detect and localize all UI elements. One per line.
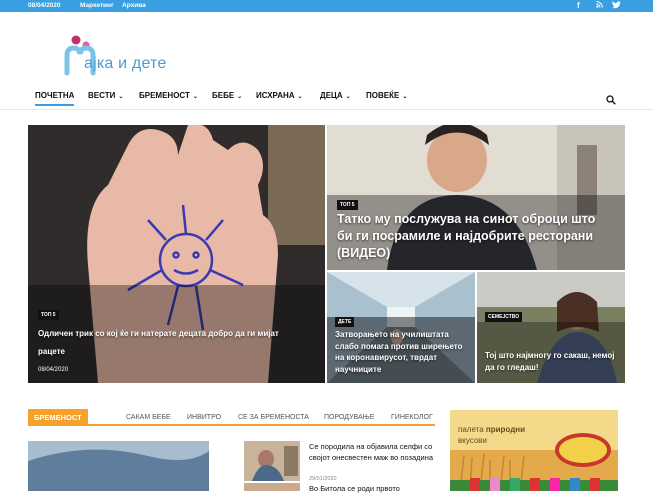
featured-title[interactable]: Затворањето на училиштата слабо помага п… [335,329,473,375]
nav-item-more[interactable]: ПОВЕЌЕ ⌄ [366,91,407,100]
featured-post-3[interactable]: ДЕТЕ Затворањето на училиштата слабо пом… [327,272,475,383]
ad-line2: вкусови [458,436,488,445]
section-main-image[interactable] [28,441,209,491]
top-link-archive[interactable]: Архива [122,2,146,9]
ad-text: палета природни вкусови [458,424,525,446]
post-date: 08/04/2020 [38,367,69,373]
category-badge[interactable]: ДЕТЕ [335,317,355,327]
section-image-belly [28,441,209,491]
post-date: 29/01/2020 [309,476,337,482]
featured-title[interactable]: Тој што најмногу го сакаш, немој да го г… [485,350,623,374]
featured-title[interactable]: Татко му послужува на синот оброци што б… [337,211,607,262]
nav-item-label: ИСХРАНА [256,91,295,100]
ad-banner[interactable]: палета природни вкусови [450,410,618,491]
featured-post-1[interactable]: ТОП 5 Одличен трик со кој ќе ги натерате… [28,125,325,383]
main-nav: ПОЧЕТНА ВЕСТИ ⌄ БРЕМЕНОСТ ⌄ БЕБЕ ⌄ ИСХРАНА ⌄… [0,86,653,110]
section-badge[interactable]: БРЕМЕНОСТ [28,409,88,426]
post-thumbnail[interactable] [244,441,300,481]
top-date: 08/04/2020 [28,2,61,9]
chevron-down-icon: ⌄ [402,94,408,100]
logo-text: ајка и дете [84,55,167,72]
ad-line1: палета [458,425,486,434]
section-tab[interactable]: САКАМ БЕБЕ [126,414,171,421]
section-header: БРЕМЕНОСТ САКАМ БЕБЕ ИНВИТРО СЕ ЗА БРЕМЕ… [28,409,435,426]
section-tab[interactable]: ИНВИТРО [187,414,221,421]
nav-item-label: ПОЧЕТНА [35,91,75,100]
featured-post-4[interactable]: СЕМЕЈСТВО Тој што најмногу го сакаш, нем… [477,272,625,383]
nav-item-news[interactable]: ВЕСТИ ⌄ [88,91,123,100]
nav-item-home[interactable]: ПОЧЕТНА [35,91,75,106]
chevron-down-icon: ⌄ [192,94,198,100]
top-bar: 08/04/2020 Маркетинг Архива f [0,0,653,12]
nav-item-babies[interactable]: БЕБЕ ⌄ [212,91,242,100]
section-tab[interactable]: ПОРОДУВАЊЕ [324,414,374,421]
nav-item-kids[interactable]: ДЕЦА ⌄ [320,91,351,100]
nav-item-pregnancy[interactable]: БРЕМЕНОСТ ⌄ [139,91,198,100]
category-badge[interactable]: СЕМЕЈСТВО [485,312,523,322]
ad-line1-bold: природни [485,425,526,434]
section-tab[interactable]: ГИНЕКОЛОГ [391,414,433,421]
rss-icon[interactable] [596,1,603,10]
top-link-marketing[interactable]: Маркетинг [80,2,114,9]
chevron-down-icon: ⌄ [118,94,124,100]
nav-item-label: ПОВЕЌЕ [366,91,400,100]
twitter-icon[interactable] [612,1,621,11]
section-tab[interactable]: СЕ ЗА БРЕМЕНОСТА [238,414,309,421]
post-thumbnail[interactable] [244,483,300,491]
featured-title[interactable]: Одличен трик со кој ќе ги натерате децат… [38,325,308,361]
post-title[interactable]: Во Битола се роди првото [309,483,437,494]
nav-item-label: ВЕСТИ [88,91,116,100]
post-thumbnail-image [244,441,300,481]
facebook-icon[interactable]: f [577,1,580,10]
nav-item-label: БЕБЕ [212,91,235,100]
chevron-down-icon: ⌄ [297,94,303,100]
ad-image-wheat [450,410,618,491]
search-icon[interactable] [606,92,616,105]
post-title[interactable]: Се породила на објавила селфи со својот … [309,441,437,463]
nav-item-label: ДЕЦА [320,91,343,100]
nav-item-label: БРЕМЕНОСТ [139,91,190,100]
nav-item-nutrition[interactable]: ИСХРАНА ⌄ [256,91,303,100]
category-badge[interactable]: ТОП 5 [38,310,59,320]
chevron-down-icon: ⌄ [237,94,243,100]
category-badge[interactable]: ТОП 5 [337,200,358,210]
chevron-down-icon: ⌄ [345,94,351,100]
featured-post-2[interactable]: ТОП 5 Татко му послужува на синот оброци… [327,125,625,270]
